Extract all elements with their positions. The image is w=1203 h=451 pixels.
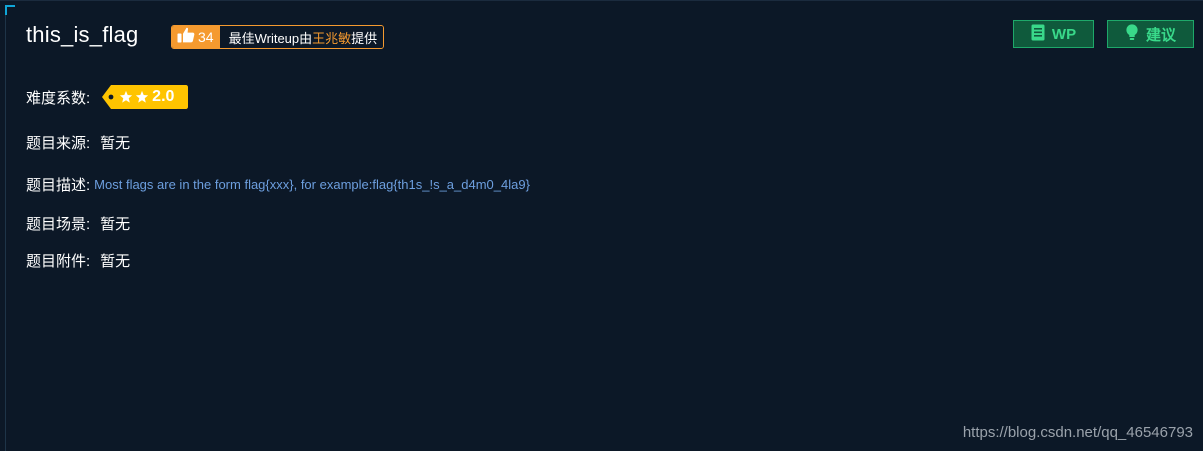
difficulty-value: 2.0 <box>152 88 175 105</box>
lightbulb-icon <box>1125 23 1139 45</box>
writeup-prefix: 最佳Writeup由 <box>228 30 313 46</box>
attachment-label: 题目附件: <box>26 253 91 270</box>
watermark: https://blog.csdn.net/qq_46546793 <box>962 424 1193 441</box>
description-label: 题目描述: <box>26 177 91 194</box>
best-writeup-text: 最佳Writeup由 王兆敏 提供 <box>219 26 384 48</box>
source-row: 题目来源: 暂无 <box>26 132 130 153</box>
star-icon <box>119 90 133 108</box>
source-value: 暂无 <box>100 135 131 152</box>
scene-value: 暂无 <box>100 216 131 233</box>
document-icon <box>1031 24 1045 45</box>
thumbs-up-icon <box>177 27 195 48</box>
difficulty-label: 难度系数: <box>26 89 91 107</box>
source-label: 题目来源: <box>26 135 91 152</box>
difficulty-tag: 2.0 <box>102 84 189 110</box>
suggest-button-label: 建议 <box>1145 26 1176 44</box>
panel-left-border <box>5 5 6 451</box>
description-value: Most flags are in the form flag{xxx}, fo… <box>94 177 530 192</box>
scene-label: 题目场景: <box>26 216 91 233</box>
writeup-suffix: 提供 <box>351 30 378 46</box>
challenge-title: this_is_flag <box>26 22 139 47</box>
wp-button[interactable]: WP <box>1013 20 1094 48</box>
attachment-value: 暂无 <box>100 253 131 270</box>
like-count: 34 <box>198 29 214 45</box>
star-icon <box>135 90 149 108</box>
attachment-row: 题目附件: 暂无 <box>26 250 130 271</box>
wp-button-label: WP <box>1051 25 1077 43</box>
suggest-button[interactable]: 建议 <box>1107 20 1194 48</box>
panel-corner-decoration <box>5 5 15 15</box>
description-row: 题目描述: Most flags are in the form flag{xx… <box>26 174 530 195</box>
writeup-author-link[interactable]: 王兆敏 <box>312 28 351 47</box>
like-counter[interactable]: 34 <box>172 26 220 48</box>
difficulty-row: 难度系数: 2.0 <box>26 84 189 110</box>
challenge-panel: this_is_flag 34 最佳Writeup由 王兆敏 提供 WP 建议 … <box>0 0 1203 451</box>
scene-row: 题目场景: 暂无 <box>26 213 130 234</box>
panel-top-border <box>0 0 1203 1</box>
writeup-badge[interactable]: 34 最佳Writeup由 王兆敏 提供 <box>171 25 385 49</box>
